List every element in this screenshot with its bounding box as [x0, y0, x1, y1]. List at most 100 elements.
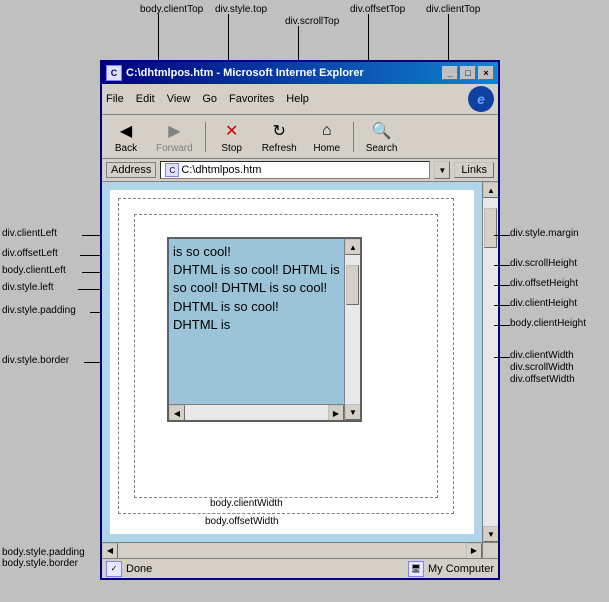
- div-style-padding-line: [90, 312, 102, 313]
- inner-scrollbar-horizontal[interactable]: ◀ ▶: [169, 404, 344, 420]
- div-scroll-height-line: [494, 265, 510, 266]
- home-button[interactable]: ⌂ Home: [307, 117, 347, 156]
- ie-scrollbar-vertical[interactable]: ▲ ▼: [482, 182, 498, 542]
- ie-scrollbar-horizontal: ◀ ▶: [102, 542, 498, 558]
- maximize-button[interactable]: □: [460, 66, 476, 80]
- inner-scroll-track-v: [345, 255, 360, 404]
- scroll-up-button[interactable]: ▲: [483, 182, 498, 198]
- scroll-right-button[interactable]: ▶: [466, 543, 482, 559]
- body-style-padding-label: body.style.padding: [2, 547, 85, 558]
- links-button[interactable]: Links: [454, 162, 494, 178]
- div-widths-line: [494, 357, 510, 358]
- toolbar-sep-1: [205, 122, 206, 152]
- back-button[interactable]: ◀ Back: [106, 117, 146, 156]
- ie-addressbar: Address C C:\dhtmlpos.htm ▼ Links: [102, 159, 498, 182]
- body-client-top-label: body.clientTop: [140, 4, 203, 15]
- scroll-thumb-v[interactable]: [484, 208, 497, 248]
- inner-scroll-left-button[interactable]: ◀: [169, 405, 185, 421]
- zone-icon: 🖥: [408, 561, 424, 577]
- inner-scroll-up-button[interactable]: ▲: [345, 239, 361, 255]
- div-offset-left-line: [80, 255, 102, 256]
- div-offset-left-label: div.offsetLeft: [2, 248, 58, 259]
- scroll-corner: [482, 543, 498, 558]
- home-icon: ⌂: [315, 119, 339, 143]
- stop-label: Stop: [221, 143, 242, 154]
- ie-statusbar: ✓ Done 🖥 My Computer: [102, 558, 498, 578]
- minimize-button[interactable]: _: [442, 66, 458, 80]
- address-label: Address: [106, 162, 156, 178]
- zone-text: My Computer: [428, 563, 494, 575]
- ie-titlebar-left: C C:\dhtmlpos.htm - Microsoft Internet E…: [106, 65, 364, 81]
- body-style-padding-line: [100, 553, 102, 554]
- scroll-left-button[interactable]: ◀: [102, 543, 118, 559]
- inner-scroll-right-button[interactable]: ▶: [328, 405, 344, 421]
- inner-scroll-thumb-v[interactable]: [346, 265, 359, 305]
- forward-label: Forward: [156, 143, 193, 154]
- div-client-top-r-vline: [448, 14, 449, 64]
- address-value: C:\dhtmlpos.htm: [181, 164, 261, 176]
- menu-file[interactable]: File: [106, 93, 124, 105]
- menu-go[interactable]: Go: [202, 93, 217, 105]
- div-offset-height-line: [494, 285, 510, 286]
- body-client-height-label: body.clientHeight: [510, 318, 586, 329]
- back-label: Back: [115, 143, 137, 154]
- ie-logo: e: [468, 86, 494, 112]
- address-dropdown[interactable]: ▼: [434, 161, 450, 179]
- div-offset-top-vline: [368, 14, 369, 64]
- inner-div-content: is so cool!DHTML is so cool! DHTML is so…: [169, 239, 360, 352]
- body-client-width-label: body.clientWidth: [210, 498, 283, 509]
- inner-scrollbar-vertical[interactable]: ▲ ▼: [344, 239, 360, 420]
- address-icon: C: [165, 163, 179, 177]
- div-style-left-label: div.style.left: [2, 282, 54, 293]
- stop-icon: ✕: [220, 119, 244, 143]
- inner-scroll-down-button[interactable]: ▼: [345, 404, 361, 420]
- search-button[interactable]: 🔍 Search: [360, 117, 404, 156]
- menu-favorites[interactable]: Favorites: [229, 93, 274, 105]
- close-button[interactable]: ×: [478, 66, 494, 80]
- body-client-height-line: [494, 325, 510, 326]
- div-scroll-top-vline: [298, 26, 299, 64]
- body-client-top-vline: [158, 14, 159, 64]
- div-style-padding-label: div.style.padding: [2, 305, 76, 316]
- div-style-border-line: [84, 362, 102, 363]
- search-icon: 🔍: [370, 119, 394, 143]
- ie-window-controls: _ □ ×: [442, 66, 494, 80]
- ie-scroll-track-h: ◀ ▶: [102, 543, 482, 558]
- refresh-button[interactable]: ↻ Refresh: [256, 117, 303, 156]
- div-scroll-height-label: div.scrollHeight: [510, 258, 577, 269]
- search-label: Search: [366, 143, 398, 154]
- body-style-border-line: [100, 564, 102, 565]
- div-client-height-label: div.clientHeight: [510, 298, 577, 309]
- div-scroll-top-label: div.scrollTop: [285, 16, 339, 27]
- status-icon: ✓: [106, 561, 122, 577]
- scroll-down-button[interactable]: ▼: [483, 526, 498, 542]
- div-client-width-label: div.clientWidth: [510, 350, 574, 361]
- body-client-left-line: [82, 272, 102, 273]
- ie-page: is so cool!DHTML is so cool! DHTML is so…: [102, 182, 482, 542]
- ie-window: C C:\dhtmlpos.htm - Microsoft Internet E…: [100, 60, 500, 580]
- menu-edit[interactable]: Edit: [136, 93, 155, 105]
- menu-help[interactable]: Help: [286, 93, 309, 105]
- body-style-border-label: body.style.border: [2, 558, 78, 569]
- menu-view[interactable]: View: [167, 93, 191, 105]
- body-offset-width-label: body.offsetWidth: [205, 516, 279, 527]
- stop-button[interactable]: ✕ Stop: [212, 117, 252, 156]
- ie-titlebar-icon: C: [106, 65, 122, 81]
- address-input[interactable]: C C:\dhtmlpos.htm: [160, 161, 430, 179]
- refresh-label: Refresh: [262, 143, 297, 154]
- ie-content: is so cool!DHTML is so cool! DHTML is so…: [102, 182, 498, 542]
- div-scroll-width-label: div.scrollWidth: [510, 362, 574, 373]
- div-offset-width-label: div.offsetWidth: [510, 374, 575, 385]
- ie-menubar: File Edit View Go Favorites Help e: [102, 84, 498, 115]
- home-label: Home: [313, 143, 340, 154]
- ie-title-text: C:\dhtmlpos.htm - Microsoft Internet Exp…: [126, 67, 364, 79]
- toolbar-sep-2: [353, 122, 354, 152]
- div-offset-height-label: div.offsetHeight: [510, 278, 578, 289]
- div-style-border-label: div.style.border: [2, 355, 69, 366]
- inner-scroll-track-h: [185, 405, 328, 420]
- body-client-left-label: body.clientLeft: [2, 265, 66, 276]
- back-icon: ◀: [114, 119, 138, 143]
- ie-toolbar: ◀ Back ▶ Forward ✕ Stop ↻ Refresh ⌂ Home…: [102, 115, 498, 159]
- forward-button[interactable]: ▶ Forward: [150, 117, 199, 156]
- forward-icon: ▶: [162, 119, 186, 143]
